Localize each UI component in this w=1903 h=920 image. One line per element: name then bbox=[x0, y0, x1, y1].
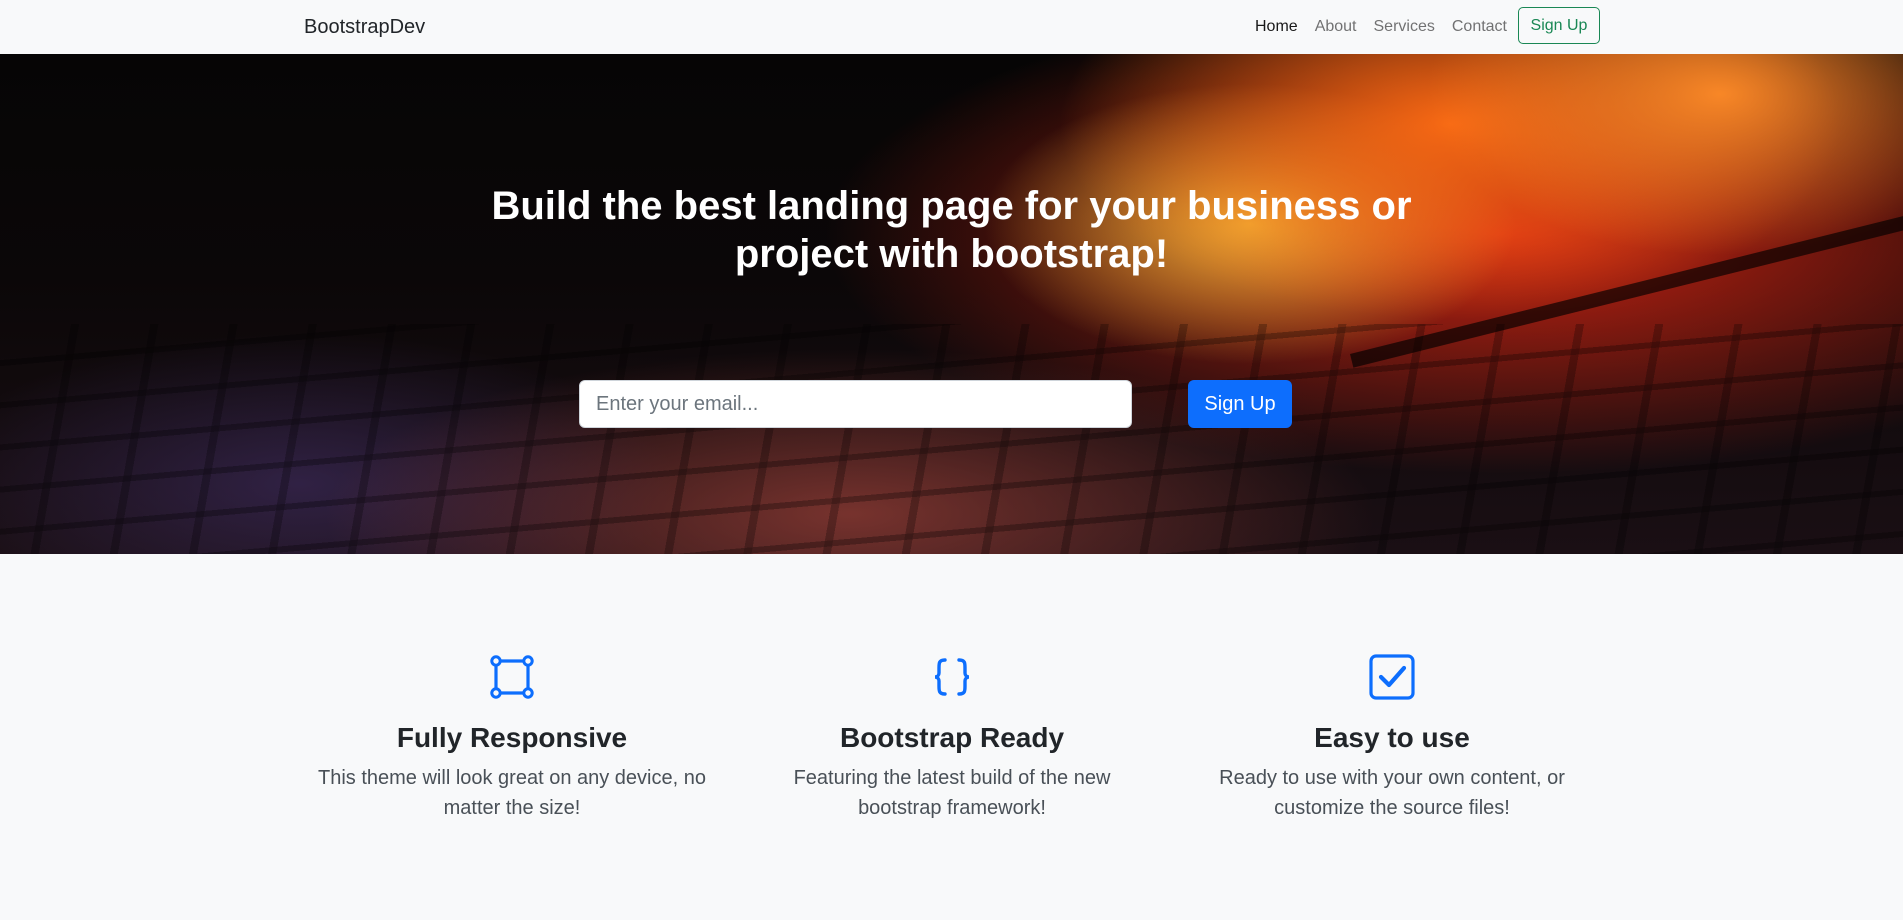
feature-easy-to-use: Easy to use Ready to use with your own c… bbox=[1192, 653, 1592, 823]
nav-link-services[interactable]: Services bbox=[1374, 16, 1435, 38]
check-square-icon bbox=[1369, 654, 1415, 700]
hero-title: Build the best landing page for your bus… bbox=[491, 184, 1412, 276]
feature-title: Easy to use bbox=[1314, 722, 1470, 753]
feature-title: Fully Responsive bbox=[396, 722, 628, 753]
feature-text: Featuring the latest build of the new bo… bbox=[793, 767, 1111, 819]
hero-background-image bbox=[0, 324, 1903, 554]
nav-link-about[interactable]: About bbox=[1315, 16, 1357, 38]
hero-signup-button[interactable]: Sign Up bbox=[1188, 380, 1292, 428]
nav-signup-button[interactable]: Sign Up bbox=[1518, 7, 1600, 44]
nav-link-contact[interactable]: Contact bbox=[1452, 16, 1507, 38]
nav-links: Home About Services Contact bbox=[1255, 16, 1524, 38]
email-input[interactable] bbox=[579, 380, 1132, 428]
feature-text: Ready to use with your own content, or c… bbox=[1219, 767, 1565, 819]
bounding-box-icon bbox=[490, 655, 534, 699]
feature-text: This theme will look great on any device… bbox=[318, 767, 706, 819]
braces-icon bbox=[934, 658, 970, 696]
navbar: BootstrapDev Home About Services Contact… bbox=[0, 0, 1903, 54]
hero-section: Build the best landing page for your bus… bbox=[0, 54, 1903, 554]
nav-link-home[interactable]: Home bbox=[1255, 16, 1298, 38]
brand-logo[interactable]: BootstrapDev bbox=[304, 15, 425, 39]
feature-bootstrap-ready: Bootstrap Ready Featuring the latest bui… bbox=[752, 653, 1152, 823]
feature-title: Bootstrap Ready bbox=[839, 722, 1065, 753]
feature-fully-responsive: Fully Responsive This theme will look gr… bbox=[312, 653, 712, 823]
